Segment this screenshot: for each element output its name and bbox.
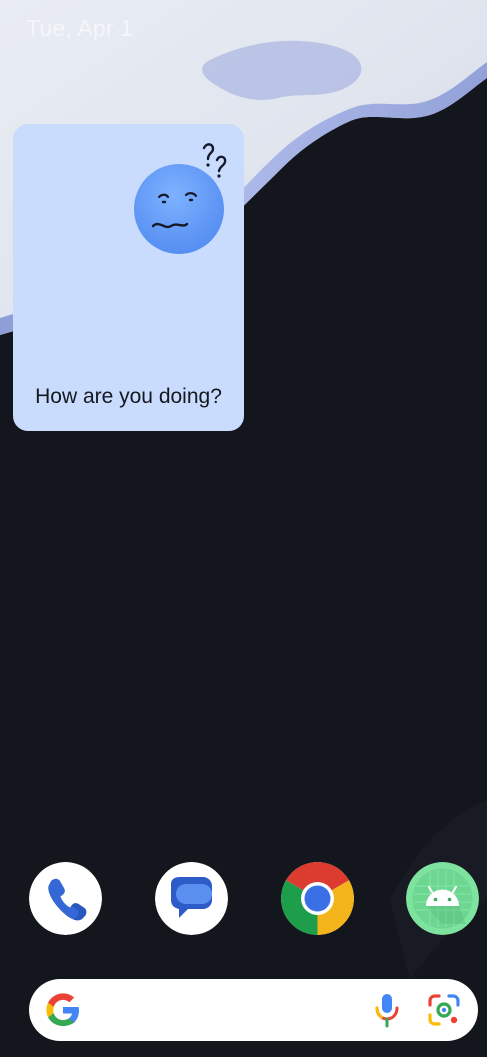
android-icon <box>406 862 479 935</box>
phone-icon <box>29 862 102 935</box>
chrome-app-icon[interactable] <box>281 862 354 935</box>
phone-app-icon[interactable] <box>29 862 102 935</box>
messages-app-icon[interactable] <box>155 862 228 935</box>
confused-face-icon <box>134 143 227 254</box>
chrome-icon <box>281 862 354 935</box>
home-screen: Tue, Apr 1 How are you doing? <box>0 0 487 1057</box>
date-label[interactable]: Tue, Apr 1 <box>26 15 133 42</box>
google-g-icon <box>46 993 79 1026</box>
microphone-icon[interactable] <box>372 992 402 1028</box>
google-lens-icon[interactable] <box>427 993 461 1027</box>
messages-icon <box>155 862 228 935</box>
android-app-icon[interactable] <box>406 862 479 935</box>
mood-widget[interactable]: How are you doing? <box>13 124 244 431</box>
widget-prompt-text: How are you doing? <box>35 385 222 408</box>
google-search-bar[interactable] <box>29 979 478 1041</box>
